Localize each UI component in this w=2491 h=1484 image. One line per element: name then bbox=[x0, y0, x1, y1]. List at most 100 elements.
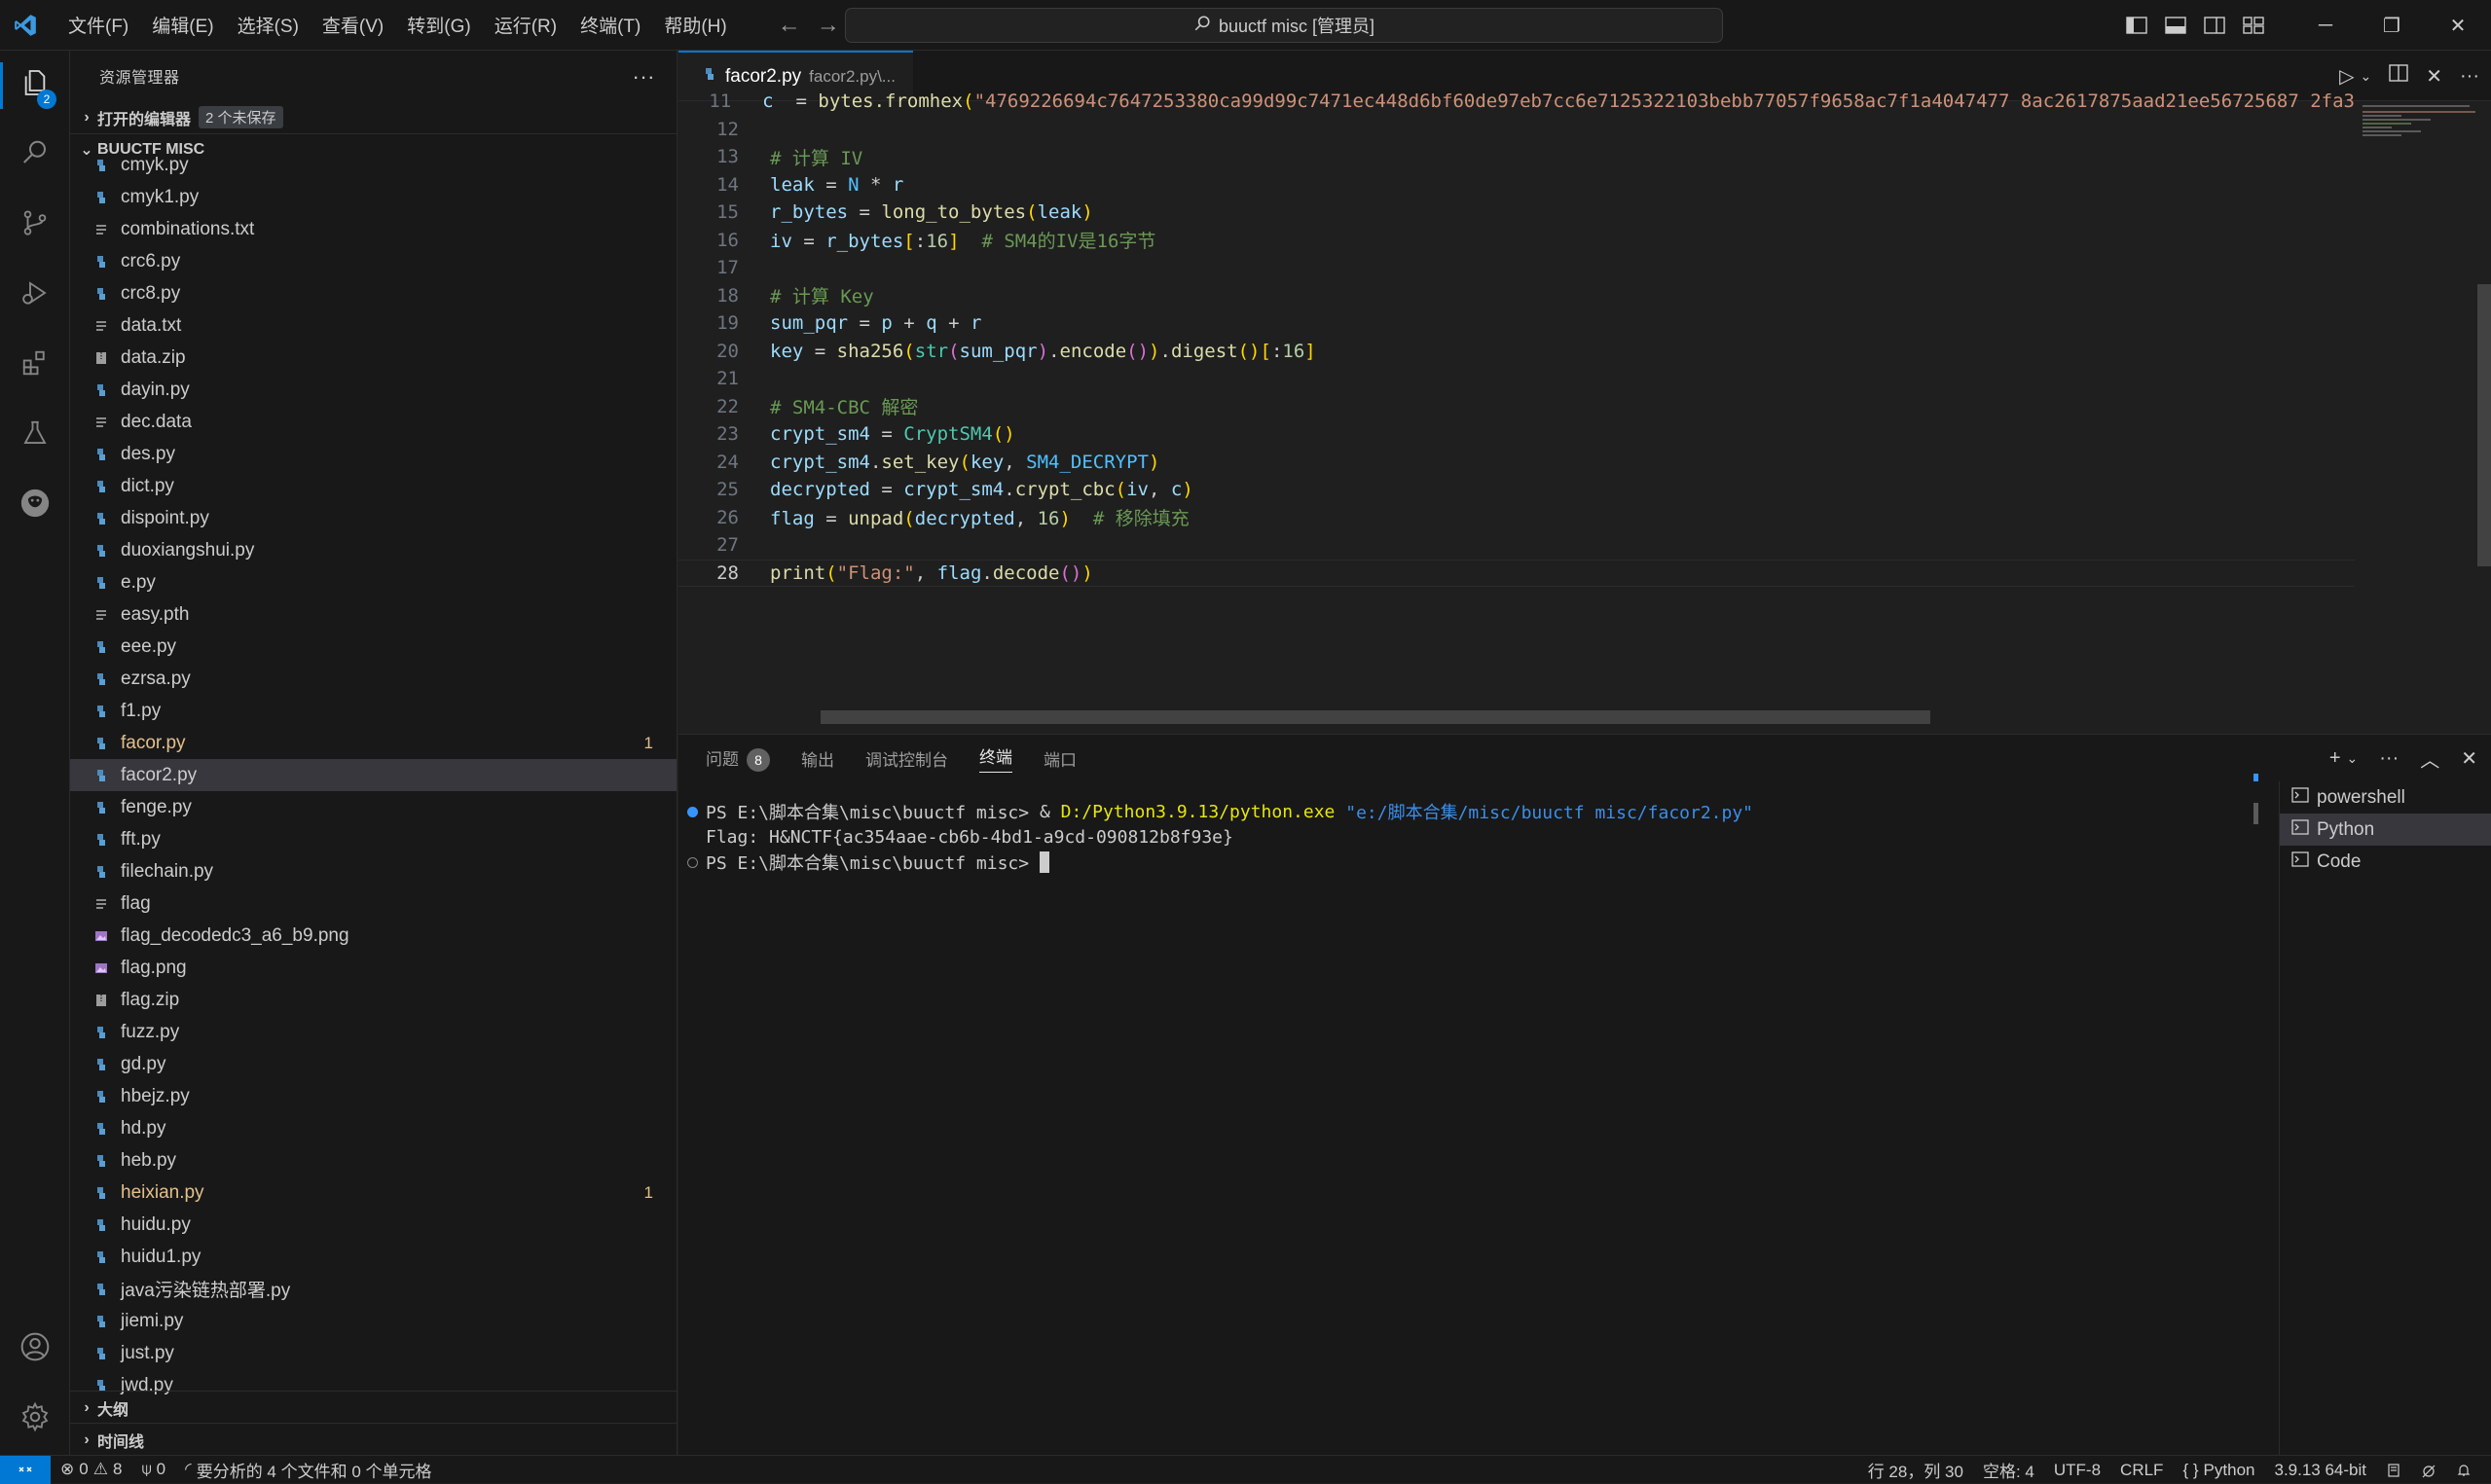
file-item[interactable]: just.py bbox=[70, 1337, 677, 1369]
file-item[interactable]: filechain.py bbox=[70, 855, 677, 887]
indentation[interactable]: 空格: 4 bbox=[1973, 1458, 2044, 1482]
file-item[interactable]: fft.py bbox=[70, 823, 677, 855]
file-item[interactable]: huidu.py bbox=[70, 1209, 677, 1241]
more-actions-icon[interactable]: ··· bbox=[2379, 747, 2399, 770]
run-dropdown-chevron-icon[interactable]: ⌄ bbox=[2361, 68, 2372, 85]
terminal-item-python[interactable]: Python bbox=[2280, 814, 2491, 846]
ports-status[interactable]: ⍦ 0 bbox=[131, 1460, 175, 1479]
file-item[interactable]: ezrsa.py bbox=[70, 663, 677, 695]
terminal-output[interactable]: PS E:\脚本合集\misc\buuctf misc> & D:/Python… bbox=[678, 799, 2255, 1441]
terminal-item-powershell[interactable]: powershell bbox=[2280, 781, 2491, 814]
open-editors-section[interactable]: › 打开的编辑器 2 个未保存 bbox=[70, 101, 677, 133]
tab-problems[interactable]: 问题 8 bbox=[706, 745, 770, 772]
toggle-primary-sidebar-icon[interactable] bbox=[2117, 0, 2156, 51]
remote-explorer-activity[interactable] bbox=[0, 471, 70, 541]
file-item[interactable]: hbejz.py bbox=[70, 1080, 677, 1112]
menu-help[interactable]: 帮助(H) bbox=[652, 6, 738, 44]
file-item[interactable]: flag.zip bbox=[70, 984, 677, 1016]
file-item[interactable]: hd.py bbox=[70, 1112, 677, 1144]
file-item[interactable]: flag.png bbox=[70, 952, 677, 984]
file-item[interactable]: dayin.py bbox=[70, 374, 677, 406]
toggle-panel-icon[interactable] bbox=[2156, 0, 2195, 51]
split-editor-icon[interactable] bbox=[2389, 64, 2408, 88]
encoding[interactable]: UTF-8 bbox=[2044, 1461, 2110, 1480]
more-actions-icon[interactable]: ··· bbox=[633, 64, 655, 90]
file-item[interactable]: dec.data bbox=[70, 406, 677, 438]
file-item[interactable]: e.py bbox=[70, 566, 677, 598]
file-item[interactable]: des.py bbox=[70, 438, 677, 470]
menu-terminal[interactable]: 终端(T) bbox=[568, 6, 652, 44]
file-item[interactable]: crc6.py bbox=[70, 245, 677, 277]
tab-output[interactable]: 输出 bbox=[801, 746, 834, 771]
file-item[interactable]: gd.py bbox=[70, 1048, 677, 1080]
terminal-dropdown-chevron-icon[interactable]: ⌄ bbox=[2347, 750, 2359, 767]
file-item[interactable]: cmyk1.py bbox=[70, 181, 677, 213]
notebook-icon[interactable] bbox=[2376, 1463, 2411, 1478]
new-terminal-icon[interactable]: + bbox=[2329, 747, 2341, 770]
file-item[interactable]: cmyk.py bbox=[70, 149, 677, 181]
tab-ports[interactable]: 端口 bbox=[1044, 746, 1077, 771]
testing-activity[interactable] bbox=[0, 401, 70, 471]
menu-run[interactable]: 运行(R) bbox=[483, 6, 568, 44]
file-item[interactable]: heb.py bbox=[70, 1144, 677, 1176]
file-item[interactable]: dispoint.py bbox=[70, 502, 677, 534]
file-item[interactable]: fenge.py bbox=[70, 791, 677, 823]
menu-edit[interactable]: 编辑(E) bbox=[140, 6, 225, 44]
minimize-icon[interactable]: ─ bbox=[2292, 0, 2359, 51]
file-item[interactable]: heixian.py 1 bbox=[70, 1176, 677, 1209]
file-item[interactable]: data.zip bbox=[70, 342, 677, 374]
end-of-line[interactable]: CRLF bbox=[2110, 1461, 2173, 1480]
manage-activity[interactable] bbox=[0, 1385, 70, 1455]
maximize-panel-icon[interactable]: ︿ bbox=[2420, 744, 2439, 773]
file-item[interactable]: combinations.txt bbox=[70, 213, 677, 245]
toggle-secondary-sidebar-icon[interactable] bbox=[2195, 0, 2234, 51]
cursor-position[interactable]: 行 28，列 30 bbox=[1858, 1458, 1973, 1482]
copilot-icon[interactable] bbox=[2411, 1463, 2446, 1478]
back-arrow-icon[interactable]: ← bbox=[778, 12, 801, 39]
file-item[interactable]: eee.py bbox=[70, 631, 677, 663]
timeline-section[interactable]: › 时间线 bbox=[70, 1423, 677, 1456]
terminal-item-code[interactable]: Code bbox=[2280, 846, 2491, 878]
close-editor-icon[interactable]: ✕ bbox=[2426, 64, 2442, 89]
outline-section[interactable]: › 大纲 bbox=[70, 1391, 677, 1424]
editor-horizontal-scrollbar[interactable] bbox=[821, 710, 1930, 724]
more-actions-icon[interactable]: ··· bbox=[2460, 65, 2479, 88]
explorer-activity[interactable]: 2 bbox=[0, 51, 70, 121]
tab-debug-console[interactable]: 调试控制台 bbox=[865, 746, 948, 771]
file-item[interactable]: flag_decodedc3_a6_b9.png bbox=[70, 920, 677, 952]
python-interpreter[interactable]: 3.9.13 64-bit bbox=[2264, 1461, 2376, 1480]
restore-icon[interactable]: ❐ bbox=[2359, 0, 2425, 51]
tab-terminal[interactable]: 终端 bbox=[979, 743, 1012, 773]
source-control-activity[interactable] bbox=[0, 191, 70, 261]
problems-status[interactable]: ⊗ 0 ⚠ 8 bbox=[51, 1460, 131, 1479]
file-item[interactable]: duoxiangshui.py bbox=[70, 534, 677, 566]
forward-arrow-icon[interactable]: → bbox=[817, 12, 840, 39]
file-item[interactable]: huidu1.py bbox=[70, 1241, 677, 1273]
file-item[interactable]: java污染链热部署.py bbox=[70, 1273, 677, 1305]
file-item[interactable]: fuzz.py bbox=[70, 1016, 677, 1048]
file-item[interactable]: crc8.py bbox=[70, 277, 677, 309]
menu-go[interactable]: 转到(G) bbox=[395, 6, 482, 44]
close-panel-icon[interactable]: ✕ bbox=[2461, 746, 2477, 771]
run-debug-activity[interactable] bbox=[0, 261, 70, 331]
menu-view[interactable]: 查看(V) bbox=[311, 6, 395, 44]
menu-file[interactable]: 文件(F) bbox=[56, 6, 140, 44]
notifications-bell-icon[interactable] bbox=[2446, 1463, 2481, 1478]
code-editor[interactable]: 11 c = bytes.fromhex("4769226694c76472533… bbox=[678, 88, 2355, 720]
run-python-file-icon[interactable]: ▷ bbox=[2339, 64, 2354, 89]
file-item[interactable]: facor.py 1 bbox=[70, 727, 677, 759]
analysis-status[interactable]: ◜ 要分析的 4 个文件和 0 个单元格 bbox=[175, 1458, 441, 1482]
file-item[interactable]: easy.pth bbox=[70, 598, 677, 631]
editor-vertical-scrollbar[interactable] bbox=[2477, 284, 2491, 566]
customize-layout-icon[interactable] bbox=[2234, 0, 2273, 51]
language-mode[interactable]: { } Python bbox=[2173, 1461, 2264, 1480]
close-window-icon[interactable]: ✕ bbox=[2425, 0, 2491, 51]
command-center-search[interactable]: buuctf misc [管理员] bbox=[845, 8, 1723, 43]
menu-selection[interactable]: 选择(S) bbox=[226, 6, 311, 44]
file-item[interactable]: f1.py bbox=[70, 695, 677, 727]
search-activity[interactable] bbox=[0, 121, 70, 191]
file-item[interactable]: dict.py bbox=[70, 470, 677, 502]
file-item[interactable]: flag bbox=[70, 887, 677, 920]
minimap[interactable] bbox=[2361, 101, 2477, 734]
file-item[interactable]: facor2.py bbox=[70, 759, 677, 791]
